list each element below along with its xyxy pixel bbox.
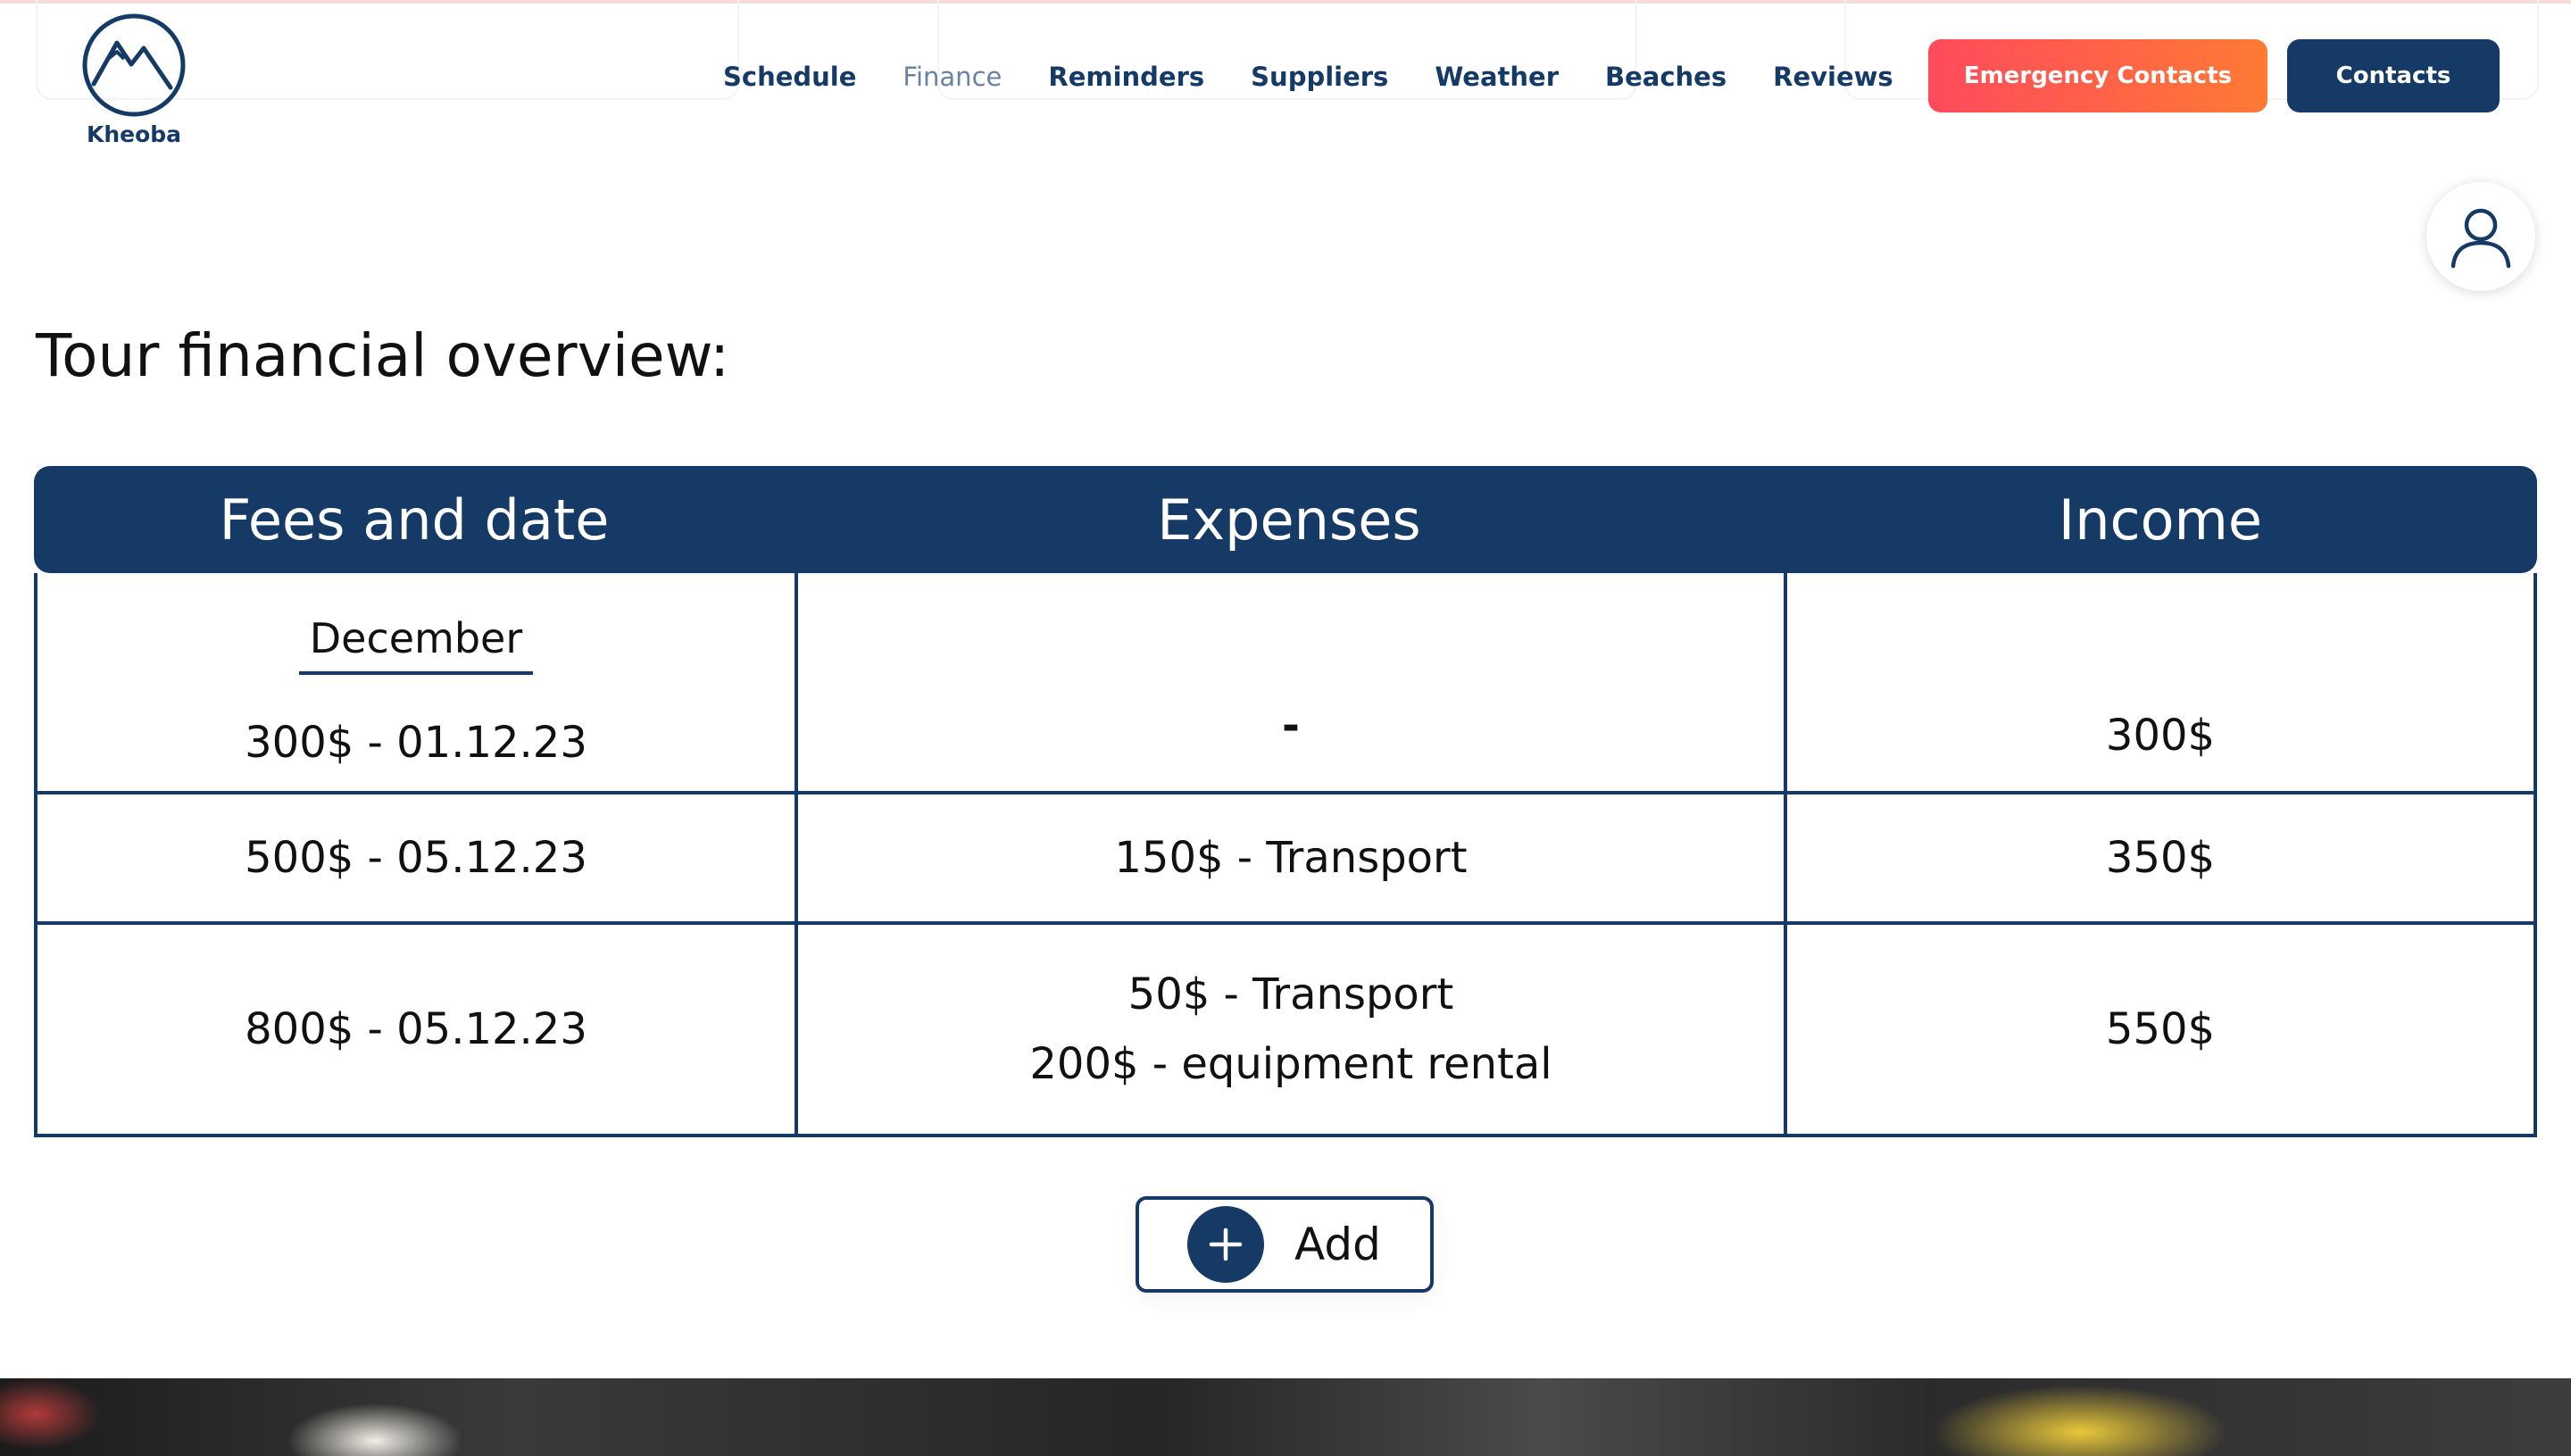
plus-icon bbox=[1187, 1206, 1264, 1283]
emergency-contacts-button[interactable]: Emergency Contacts bbox=[1928, 39, 2267, 112]
income-cell: 350$ bbox=[1784, 795, 2537, 925]
nav-item-beaches[interactable]: Beaches bbox=[1605, 52, 1726, 102]
table-row: December 300$ - 01.12.23 - 300$ bbox=[34, 573, 2537, 795]
finance-table: Fees and date Expenses Income December 3… bbox=[34, 466, 2537, 1137]
income-cell: 300$ bbox=[1784, 573, 2537, 795]
income-value: 300$ bbox=[2105, 711, 2216, 761]
user-avatar-button[interactable] bbox=[2426, 182, 2535, 291]
footer-photo bbox=[0, 1378, 2571, 1456]
income-cell: 550$ bbox=[1784, 925, 2537, 1137]
expense-value: 200$ - equipment rental bbox=[1029, 1039, 1552, 1089]
page-title: Tour financial overview: bbox=[36, 321, 730, 390]
column-header-expenses: Expenses bbox=[795, 466, 1784, 573]
fee-cell: 500$ - 05.12.23 bbox=[34, 795, 795, 925]
column-header-income: Income bbox=[1784, 466, 2537, 573]
nav-item-suppliers[interactable]: Suppliers bbox=[1251, 52, 1388, 102]
nav-item-schedule[interactable]: Schedule bbox=[723, 52, 856, 102]
main-nav: Schedule Finance Reminders Suppliers Wea… bbox=[723, 52, 1940, 102]
expense-value: 50$ - Transport bbox=[1127, 969, 1454, 1019]
mountain-logo-icon bbox=[82, 13, 186, 117]
table-header-row: Fees and date Expenses Income bbox=[34, 466, 2537, 573]
nav-item-reviews[interactable]: Reviews bbox=[1773, 52, 1893, 102]
nav-item-weather[interactable]: Weather bbox=[1435, 52, 1559, 102]
brand-logo[interactable]: Kheoba bbox=[77, 12, 191, 147]
user-icon bbox=[2450, 208, 2511, 269]
nav-item-reminders[interactable]: Reminders bbox=[1048, 52, 1204, 102]
expenses-cell: 50$ - Transport 200$ - equipment rental bbox=[795, 925, 1784, 1137]
contacts-button[interactable]: Contacts bbox=[2287, 39, 2500, 112]
brand-name: Kheoba bbox=[86, 121, 182, 147]
expense-value: - bbox=[1282, 701, 1300, 751]
page: Kheoba Schedule Finance Reminders Suppli… bbox=[0, 0, 2571, 1456]
nav-item-finance[interactable]: Finance bbox=[903, 52, 1002, 102]
add-entry-button[interactable]: Add bbox=[1136, 1196, 1434, 1293]
column-header-fees: Fees and date bbox=[34, 466, 795, 573]
expenses-cell: - bbox=[795, 573, 1784, 795]
fee-cell: December 300$ - 01.12.23 bbox=[34, 573, 795, 795]
add-button-label: Add bbox=[1294, 1219, 1381, 1270]
month-label: December bbox=[298, 614, 534, 675]
table-row: 500$ - 05.12.23 150$ - Transport 350$ bbox=[34, 795, 2537, 925]
fee-value: 300$ - 01.12.23 bbox=[245, 718, 587, 768]
table-row: 800$ - 05.12.23 50$ - Transport 200$ - e… bbox=[34, 925, 2537, 1137]
fee-cell: 800$ - 05.12.23 bbox=[34, 925, 795, 1137]
expenses-cell: 150$ - Transport bbox=[795, 795, 1784, 925]
